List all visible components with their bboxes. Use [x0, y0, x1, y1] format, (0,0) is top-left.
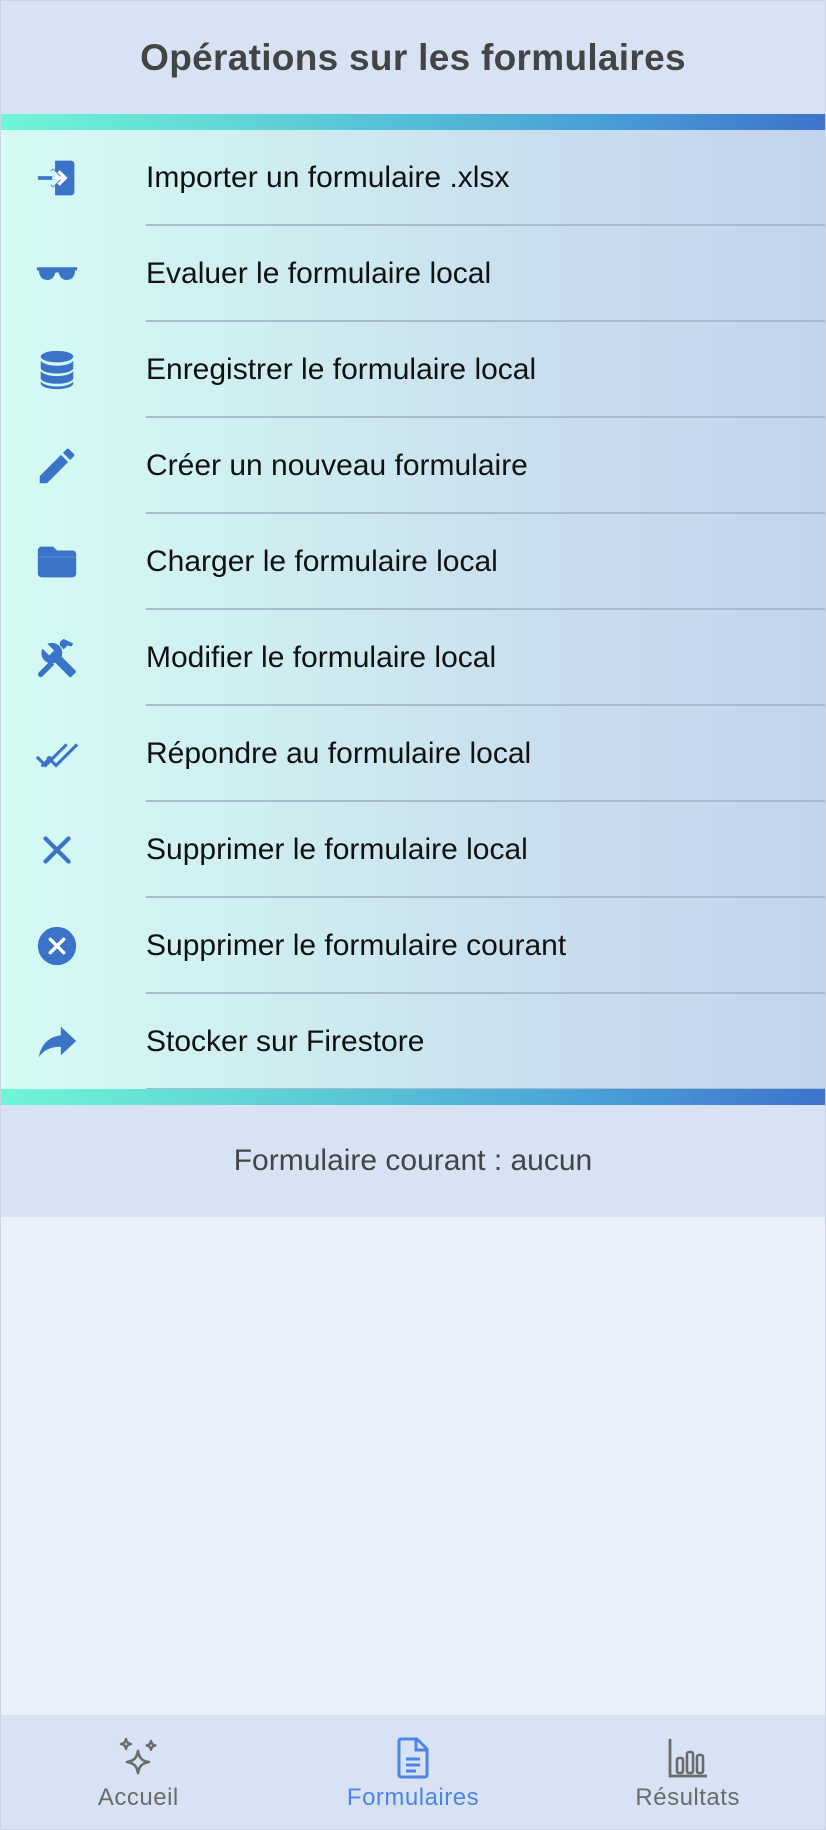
menu-item-label: Evaluer le formulaire local [146, 257, 492, 290]
nav-label: Résultats [635, 1784, 740, 1811]
share-arrow-icon [31, 1016, 83, 1068]
menu-item-label: Modifier le formulaire local [146, 641, 497, 674]
nav-label: Accueil [97, 1784, 179, 1811]
operations-menu: Importer un formulaire .xlsx Evaluer le … [1, 130, 825, 1090]
menu-item-create-new[interactable]: Créer un nouveau formulaire [1, 418, 825, 514]
menu-item-label: Supprimer le formulaire courant [146, 929, 567, 962]
menu-item-answer-local[interactable]: Répondre au formulaire local [1, 706, 825, 802]
menu-item-label: Créer un nouveau formulaire [146, 449, 528, 482]
login-icon [31, 152, 83, 204]
sunglasses-icon [31, 248, 83, 300]
pencil-icon [31, 440, 83, 492]
menu-item-evaluate-local[interactable]: Evaluer le formulaire local [1, 226, 825, 322]
gradient-band-bottom [1, 1089, 825, 1105]
folder-icon [31, 536, 83, 588]
menu-item-save-local[interactable]: Enregistrer le formulaire local [1, 322, 825, 418]
nav-label: Formulaires [346, 1784, 480, 1811]
empty-content-area [1, 1217, 825, 1715]
document-icon [397, 1737, 429, 1779]
menu-item-delete-local[interactable]: Supprimer le formulaire local [1, 802, 825, 898]
tools-icon [31, 632, 83, 684]
menu-item-label: Supprimer le formulaire local [146, 833, 528, 866]
menu-item-load-local[interactable]: Charger le formulaire local [1, 514, 825, 610]
menu-item-label: Enregistrer le formulaire local [146, 353, 537, 386]
menu-item-modify-local[interactable]: Modifier le formulaire local [1, 610, 825, 706]
sparkles-icon [120, 1737, 157, 1775]
menu-item-label: Charger le formulaire local [146, 545, 498, 578]
menu-item-label: Importer un formulaire .xlsx [146, 161, 510, 194]
nav-item-accueil[interactable]: Accueil [1, 1715, 276, 1829]
menu-item-import-xlsx[interactable]: Importer un formulaire .xlsx [1, 130, 825, 226]
menu-item-label: Répondre au formulaire local [146, 737, 532, 770]
bottom-navigation: Accueil Formulaires Résultats [1, 1715, 825, 1829]
bar-chart-icon [668, 1739, 707, 1778]
menu-item-label: Stocker sur Firestore [146, 1025, 425, 1058]
database-icon [31, 344, 83, 396]
current-form-status: Formulaire courant : aucun [1, 1105, 825, 1217]
nav-item-resultats[interactable]: Résultats [550, 1715, 825, 1829]
close-icon [31, 824, 83, 876]
double-check-icon [31, 728, 83, 780]
cancel-circle-icon [31, 920, 83, 972]
page-title: Opérations sur les formulaires [140, 36, 686, 78]
app-header: Opérations sur les formulaires [1, 1, 825, 114]
menu-item-store-firestore[interactable]: Stocker sur Firestore [1, 994, 825, 1090]
nav-item-formulaires[interactable]: Formulaires [276, 1715, 551, 1829]
menu-item-delete-current[interactable]: Supprimer le formulaire courant [1, 898, 825, 994]
app-window: Opérations sur les formulaires Importer … [0, 0, 826, 1830]
gradient-band-top [1, 114, 825, 130]
